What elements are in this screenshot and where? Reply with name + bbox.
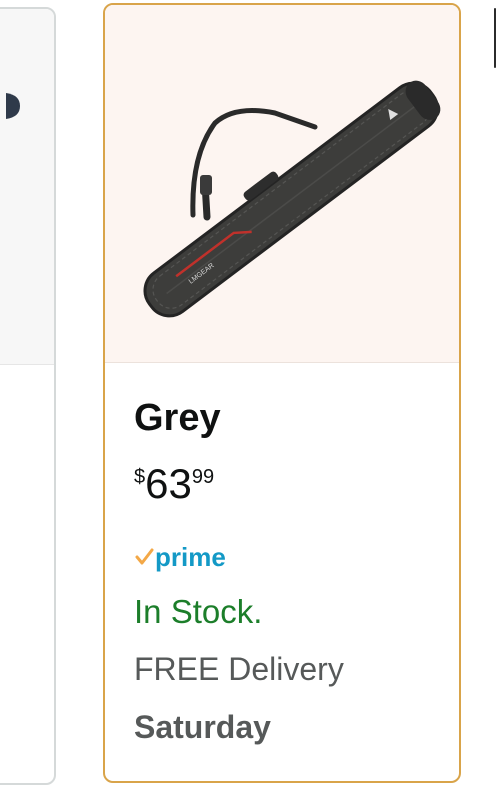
product-image: LMGEAR (105, 5, 459, 363)
adjacent-product-card-left[interactable] (0, 7, 56, 785)
stock-status: In Stock. (134, 593, 263, 630)
delivery-label: FREE Delivery (134, 651, 344, 687)
adjacent-product-thumbnail-icon (6, 93, 20, 119)
product-variant-card-selected[interactable]: LMGEAR Grey $6399 prime In Stock. FREE D… (103, 3, 461, 783)
price-whole: 63 (145, 460, 192, 507)
ski-bag-image: LMGEAR (143, 80, 441, 318)
prime-label: prime (155, 542, 226, 572)
variant-title: Grey (134, 397, 221, 439)
adjacent-product-card-right[interactable] (494, 8, 496, 68)
price-fraction: 99 (191, 466, 215, 488)
delivery-day: Saturday (134, 709, 271, 745)
price-currency-symbol: $ (134, 466, 146, 488)
adjacent-product-image (0, 9, 54, 365)
prime-check-icon (135, 548, 154, 565)
price: $6399 (134, 463, 214, 505)
prime-badge: prime (134, 542, 226, 572)
